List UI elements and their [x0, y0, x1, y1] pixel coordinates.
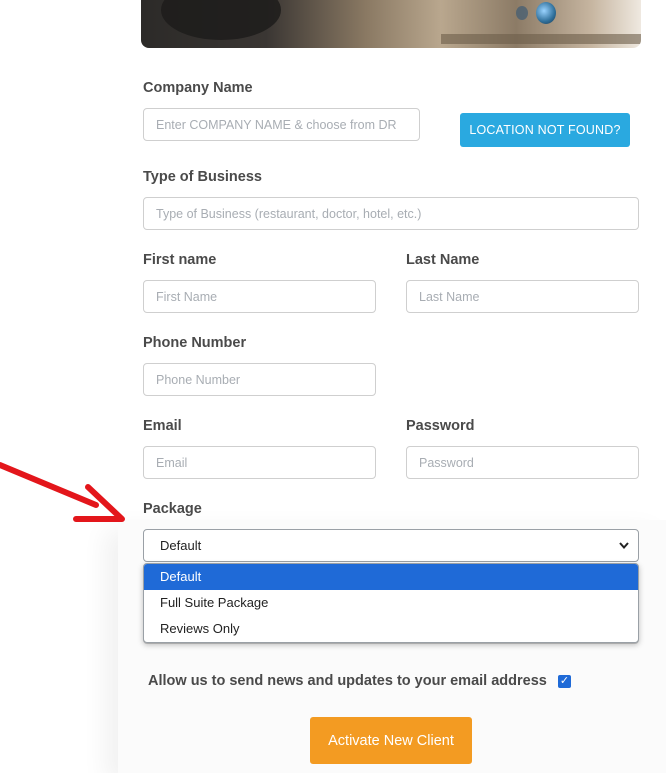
company-name-input[interactable]	[143, 108, 420, 141]
phone-number-label: Phone Number	[143, 335, 247, 351]
first-name-input[interactable]	[143, 280, 376, 313]
password-label: Password	[406, 418, 475, 434]
company-name-label: Company Name	[143, 80, 253, 96]
activate-new-client-button[interactable]: Activate New Client	[310, 717, 472, 764]
package-option-default[interactable]: Default	[144, 564, 638, 590]
package-dropdown-list[interactable]: Default Full Suite Package Reviews Only	[143, 563, 639, 643]
location-not-found-button[interactable]: LOCATION NOT FOUND?	[460, 113, 630, 147]
last-name-input[interactable]	[406, 280, 639, 313]
hero-image	[141, 0, 641, 48]
email-label: Email	[143, 418, 182, 434]
password-input[interactable]	[406, 446, 639, 479]
last-name-label: Last Name	[406, 252, 480, 268]
consent-checkbox[interactable]: ✓	[558, 675, 571, 688]
signup-form-page: Company Name LOCATION NOT FOUND? Type of…	[0, 0, 666, 773]
package-select[interactable]: Default	[143, 529, 639, 562]
package-option-full-suite[interactable]: Full Suite Package	[144, 590, 638, 616]
business-type-input[interactable]	[143, 197, 639, 230]
package-option-reviews-only[interactable]: Reviews Only	[144, 616, 638, 642]
business-type-label: Type of Business	[143, 169, 262, 185]
phone-number-input[interactable]	[143, 363, 376, 396]
red-arrow-icon	[0, 462, 125, 522]
consent-label: Allow us to send news and updates to you…	[148, 673, 547, 689]
first-name-label: First name	[143, 252, 217, 268]
email-input[interactable]	[143, 446, 376, 479]
checkmark-icon: ✓	[559, 675, 570, 687]
package-selected-value: Default	[160, 538, 202, 553]
package-label: Package	[143, 501, 202, 517]
